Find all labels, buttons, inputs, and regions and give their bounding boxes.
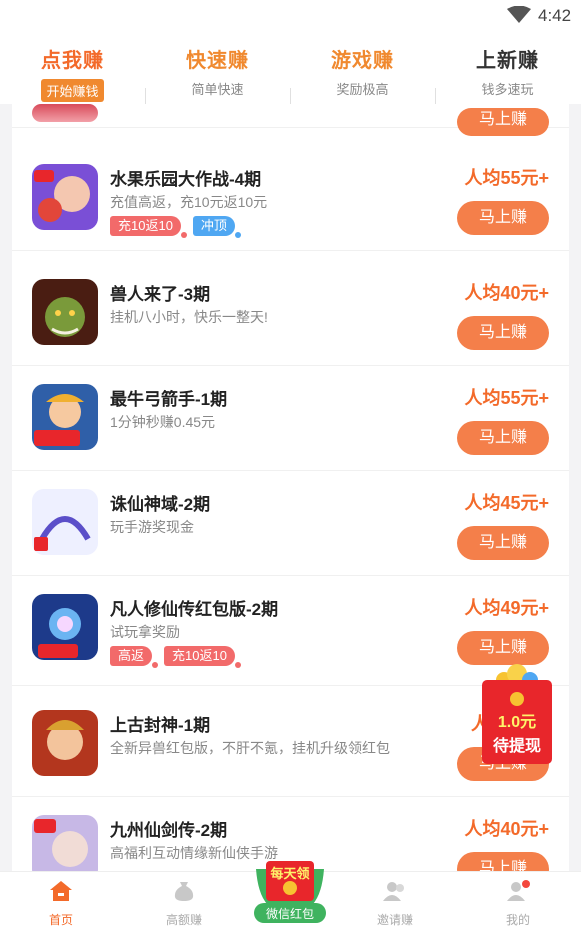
item-desc: 玩手游奖现金 [110,519,194,535]
item-title: 兽人来了-3期 [110,285,211,304]
invite-icon [383,882,404,901]
tab-subtitle: 奖励极高 [336,82,389,97]
earn-now-button[interactable]: 马上赚 [457,852,549,871]
reward-amount: 人均49元+ [464,598,549,618]
earn-now-button[interactable]: 马上赚 [457,201,549,235]
list-item[interactable]: 马上赚 [12,104,569,136]
list-item[interactable]: 最牛弓箭手-1期 1分钟秒赚0.45元 人均55元+ 马上赚 [12,366,569,471]
tab-subtitle: 钱多速玩 [481,82,534,97]
item-desc: 挂机八小时，快乐一整天! [110,309,268,325]
orc-game-icon [32,279,98,345]
tag: 充10返10 [110,216,187,238]
list-item[interactable]: 诛仙神域-2期 玩手游奖现金 人均45元+ 马上赚 [12,471,569,576]
nav-high-earn[interactable]: 高额赚 [144,880,224,928]
nav-label: 首页 [48,913,73,927]
xianjian-game-icon [32,815,98,871]
reward-amount: 人均55元+ [464,388,549,408]
app-icon [32,104,98,122]
reward-amount: 人均40元+ [464,819,549,839]
item-desc: 1分钟秒赚0.45元 [110,414,216,430]
tab-shangxinzhuan[interactable]: 上新赚 钱多速玩 [435,44,580,98]
list-item[interactable]: 兽人来了-3期 挂机八小时，快乐一整天! 人均40元+ 马上赚 [12,261,569,366]
nav-invite[interactable]: 邀请赚 [355,880,435,928]
fruit-game-icon [32,164,98,230]
tab-subtitle: 简单快速 [191,82,244,97]
reward-amount: 人均45元+ [464,493,549,513]
earn-now-button[interactable]: 马上赚 [457,631,549,665]
nav-label: 邀请赚 [376,913,413,927]
shenyu-game-icon [32,489,98,555]
fengshen-game-icon [32,710,98,776]
money-bag-icon [174,882,194,901]
red-packet-label: 待提现 [492,738,541,755]
reward-amount: 人均55元+ [464,168,549,188]
item-desc: 试玩拿奖励 [110,624,180,640]
item-desc: 充值高返，充10元返10元 [110,194,268,210]
earn-now-button[interactable]: 马上赚 [457,108,549,136]
reward-amount: 人均40元+ [464,283,549,303]
nav-profile[interactable]: 我的 [478,880,558,928]
tab-title: 上新赚 [476,50,539,72]
item-title: 最牛弓箭手-1期 [110,390,228,409]
tag: 高返 [110,646,159,668]
nav-label: 我的 [505,913,530,927]
nav-label: 高额赚 [165,913,202,927]
home-icon [50,881,72,901]
clock: 4:42 [538,6,572,25]
tag: 冲顶 [192,216,241,238]
tag-group: 高返 充10返10 [110,646,241,668]
item-title: 九州仙剑传-2期 [110,821,228,840]
top-tab-bar: 点我赚 开始赚钱 快速赚 简单快速 游戏赚 奖励极高 上新赚 钱多速玩 [0,30,581,110]
tab-youxizhuan[interactable]: 游戏赚 奖励极高 [290,44,435,98]
item-title: 水果乐园大作战-4期 [110,170,262,189]
tab-subtitle: 开始赚钱 [41,79,104,102]
red-packet-amount: 1.0元 [497,714,537,731]
red-packet-float[interactable]: 1.0元 待提现 [482,662,552,764]
tab-dianwozhuan[interactable]: 点我赚 开始赚钱 [0,44,145,102]
item-title: 诛仙神域-2期 [110,495,211,514]
item-title: 上古封神-1期 [110,716,211,735]
item-desc: 全新异兽红包版，不肝不氪，挂机升级领红包 [110,740,390,756]
tag-group: 充10返10 冲顶 [110,216,241,238]
nav-wechat-redpacket[interactable]: 每天领 微信红包 [250,855,330,925]
profile-icon [507,880,530,901]
tag: 充10返10 [164,646,241,668]
yuan-coin-icon [510,692,524,706]
tab-title: 游戏赚 [331,50,394,72]
list-item[interactable]: 水果乐园大作战-4期 充值高返，充10元返10元 充10返10 冲顶 人均55元… [12,146,569,251]
daily-badge: 每天领 [270,866,310,881]
earn-now-button[interactable]: 马上赚 [457,421,549,455]
tab-title: 快速赚 [186,50,249,72]
nav-home[interactable]: 首页 [21,880,101,928]
archer-game-icon [32,384,98,450]
earn-now-button[interactable]: 马上赚 [457,526,549,560]
wifi-icon [507,6,531,23]
tab-kuaisuzhuan[interactable]: 快速赚 简单快速 [145,44,290,98]
status-bar: 4:42 [0,0,581,30]
tab-title: 点我赚 [41,50,104,72]
earn-now-button[interactable]: 马上赚 [457,316,549,350]
item-title: 凡人修仙传红包版-2期 [110,600,279,619]
xiuxian-game-icon [32,594,98,660]
nav-label: 微信红包 [265,907,314,921]
